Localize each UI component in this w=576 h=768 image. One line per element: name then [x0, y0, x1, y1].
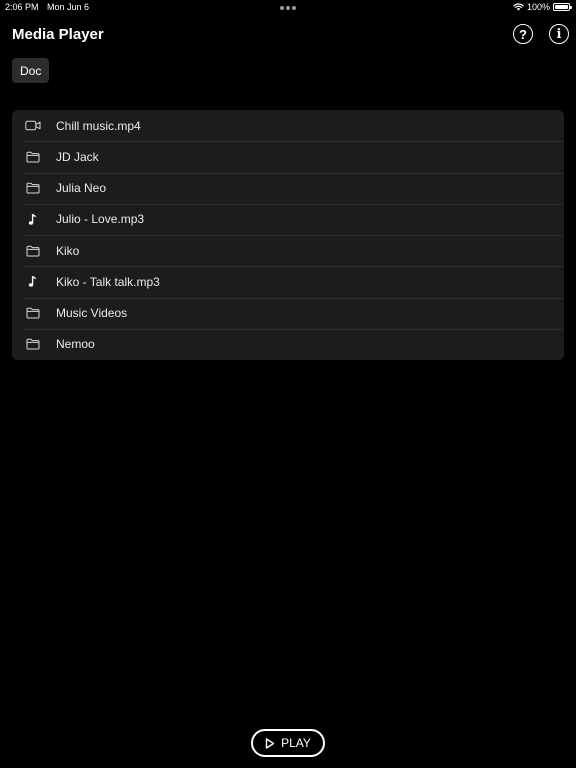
play-icon: [265, 737, 275, 749]
folder-icon: [25, 337, 41, 351]
music-note-icon: [25, 275, 41, 289]
music-note-icon: [25, 212, 41, 226]
play-label: PLAY: [281, 736, 311, 750]
header-actions: ? i: [513, 24, 569, 44]
file-name: Chill music.mp4: [56, 118, 141, 133]
file-name: JD Jack: [56, 149, 99, 164]
battery-fill: [555, 5, 568, 9]
folder-icon: [25, 181, 41, 195]
file-name: Kiko: [56, 243, 80, 258]
breadcrumb-doc[interactable]: Doc: [12, 58, 50, 83]
status-bar: 2:06 PM Mon Jun 6 100%: [0, 0, 576, 16]
wifi-icon: [513, 3, 524, 11]
folder-icon: [25, 244, 41, 258]
file-name: Music Videos: [56, 306, 128, 321]
battery-percent: 100%: [526, 2, 550, 12]
file-name: Kiko - Talk talk.mp3: [56, 274, 160, 289]
file-row[interactable]: Julio - Love.mp3: [12, 203, 564, 235]
file-row[interactable]: Kiko - Talk talk.mp3: [12, 266, 564, 297]
play-button[interactable]: PLAY: [251, 729, 325, 757]
folder-icon: [25, 150, 41, 164]
multitasking-dots-icon[interactable]: [280, 6, 296, 10]
file-name: Julio - Love.mp3: [56, 212, 145, 227]
file-list: Chill music.mp4 JD Jack Julia Neo Julio - L…: [12, 110, 564, 360]
status-date: Mon Jun 6: [47, 2, 90, 12]
file-name: Julia Neo: [56, 181, 107, 196]
battery-icon: [553, 3, 572, 11]
help-button[interactable]: ?: [513, 24, 533, 44]
status-time: 2:06 PM: [5, 2, 39, 12]
file-row[interactable]: Julia Neo: [12, 172, 564, 204]
file-row[interactable]: Kiko: [12, 235, 564, 266]
file-row[interactable]: Music Videos: [12, 297, 564, 329]
status-right: 100%: [513, 2, 572, 12]
page-title: Media Player: [12, 26, 104, 43]
video-icon: [25, 119, 41, 133]
file-row[interactable]: Nemoo: [12, 328, 564, 360]
file-row[interactable]: JD Jack: [12, 141, 564, 172]
question-mark-icon: ?: [519, 26, 527, 42]
screen: 2:06 PM Mon Jun 6 100% Media Player ? i …: [0, 0, 576, 768]
file-name: Nemoo: [56, 337, 95, 352]
file-row[interactable]: Chill music.mp4: [12, 110, 564, 141]
info-button[interactable]: i: [549, 24, 569, 44]
info-icon: i: [556, 26, 562, 42]
folder-icon: [25, 306, 41, 320]
